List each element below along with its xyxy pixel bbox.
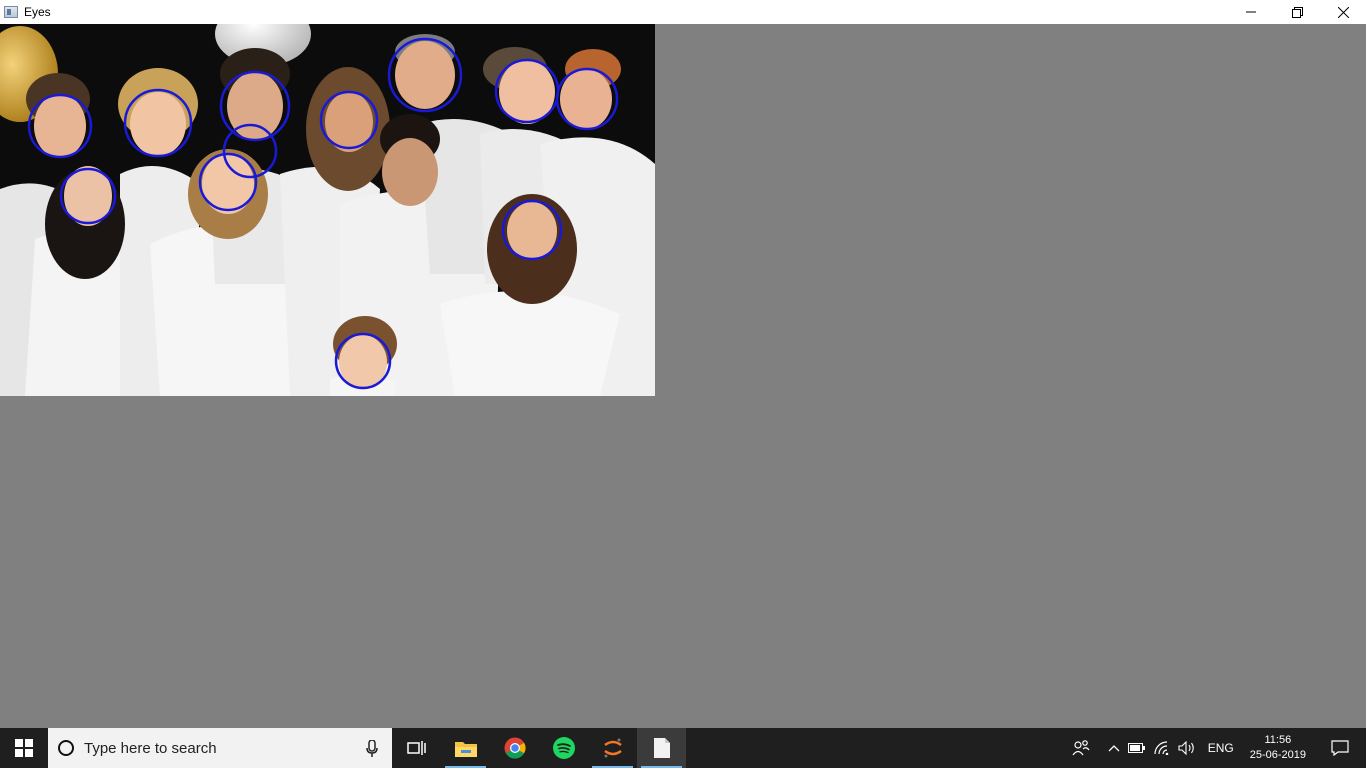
taskbar-app-jupyter[interactable] [588,728,637,768]
window-controls [1228,0,1366,24]
taskbar-app-spotify[interactable] [539,728,588,768]
show-hidden-icons-button[interactable] [1094,728,1124,768]
windows-logo-icon [15,739,33,757]
people-button[interactable] [1068,728,1094,768]
taskbar-search-box[interactable]: Type here to search [48,728,392,768]
close-button[interactable] [1320,0,1366,24]
chevron-up-icon [1108,745,1120,752]
action-center-button[interactable] [1314,728,1366,768]
people-icon [1072,740,1090,756]
minimize-button[interactable] [1228,0,1274,24]
task-view-icon [406,741,426,755]
taskbar-app-chrome[interactable] [490,728,539,768]
clock-time: 11:56 [1264,734,1292,746]
taskbar: Type here to search ENG 11:56 25-06-2019 [0,728,1366,768]
chrome-icon [504,737,526,759]
jupyter-icon [603,738,622,758]
battery-button[interactable] [1124,728,1150,768]
title-bar: Eyes [0,0,1366,24]
minimize-icon [1246,11,1256,13]
notification-icon [1331,740,1349,756]
spotify-icon [552,737,575,759]
photo-canvas [0,24,655,396]
app-window-icon [4,6,18,18]
close-icon [1337,6,1349,18]
restore-icon [1291,6,1303,18]
restore-button[interactable] [1274,0,1320,24]
speaker-icon [1178,741,1194,755]
wifi-icon [1154,741,1169,755]
taskbar-app-file-explorer[interactable] [441,728,490,768]
search-placeholder: Type here to search [84,739,217,757]
window-title: Eyes [24,5,51,19]
system-tray: ENG 11:56 25-06-2019 [1068,728,1366,768]
file-explorer-icon [454,742,477,757]
wifi-button[interactable] [1150,728,1174,768]
volume-button[interactable] [1174,728,1200,768]
microphone-icon[interactable] [366,740,378,757]
task-view-button[interactable] [392,728,441,768]
cortana-icon [58,740,74,756]
clock-date: 25-06-2019 [1249,749,1306,761]
input-language[interactable]: ENG [1200,728,1242,768]
file-icon [653,738,670,758]
taskbar-app-file[interactable] [637,728,686,768]
start-button[interactable] [0,728,48,768]
battery-icon [1127,743,1145,753]
clock[interactable]: 11:56 25-06-2019 [1242,728,1314,768]
detection-image [0,24,655,396]
